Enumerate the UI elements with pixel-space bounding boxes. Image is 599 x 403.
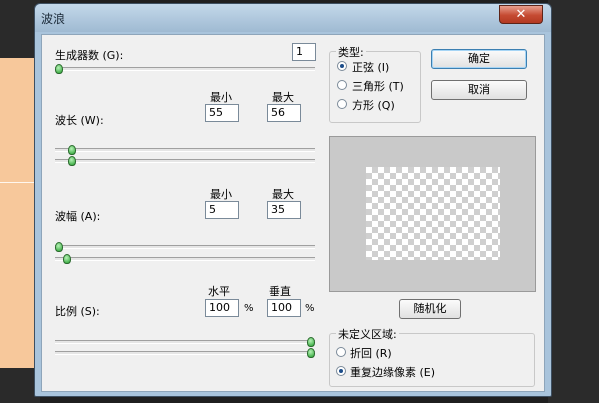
dialog-title: 波浪 [41,12,66,26]
close-icon: ✕ [515,7,527,22]
preview-transparency-checker [366,167,500,260]
amplitude-max-input[interactable]: 35 [267,201,301,219]
background-right-panel [548,0,599,403]
generators-input[interactable]: 1 [292,43,316,61]
ok-button[interactable]: 确定 [431,49,527,69]
wavelength-max-input[interactable]: 56 [267,104,301,122]
amplitude-min-slider-track[interactable] [55,245,315,249]
repeat-edge-pixels-radio[interactable] [336,366,346,376]
type-group-title: 类型: [336,44,366,60]
amplitude-max-header: 最大 [272,188,294,201]
scale-label: 比例 (S): [55,305,100,318]
type-triangle-label[interactable]: 三角形 (T) [352,78,404,94]
generators-slider-thumb[interactable] [55,64,63,74]
wrap-around-label[interactable]: 折回 (R) [350,345,392,361]
scale-vertical-slider-thumb[interactable] [307,348,315,358]
wavelength-min-input[interactable]: 55 [205,104,239,122]
wavelength-label: 波长 (W): [55,114,104,127]
dialog-client: 生成器数 (G): 1 最小 最大 55 56 波长 (W): 最小 最大 5 … [41,34,545,392]
undefined-area-title: 未定义区域: [336,326,399,342]
cancel-button[interactable]: 取消 [431,80,527,100]
wave-dialog: 波浪 ✕ 生成器数 (G): 1 最小 最大 55 56 波长 (W): 最小 … [34,3,552,397]
generators-slider-track[interactable] [55,67,315,71]
type-sine-radio[interactable] [337,61,347,71]
scale-horizontal-slider-track[interactable] [55,340,315,344]
amplitude-max-slider-track[interactable] [55,257,315,261]
scale-horizontal-input[interactable]: 100 [205,299,239,317]
amplitude-max-slider-thumb[interactable] [62,254,71,264]
type-triangle-radio[interactable] [337,80,347,90]
scale-vertical-input[interactable]: 100 [267,299,301,317]
wavelength-max-slider-thumb[interactable] [67,156,76,166]
randomize-button[interactable]: 随机化 [399,299,461,319]
amplitude-min-header: 最小 [210,188,232,201]
type-group: 类型: 正弦 (I) 三角形 (T) 方形 (Q) [329,44,421,123]
scale-vertical-slider-track[interactable] [55,351,315,355]
repeat-edge-pixels-label[interactable]: 重复边缘像素 (E) [350,364,435,380]
type-square-radio[interactable] [337,99,347,109]
generators-label: 生成器数 (G): [55,49,124,62]
scale-vertical-unit: % [305,303,315,314]
scale-horizontal-unit: % [244,303,254,314]
wavelength-min-header: 最小 [210,91,232,104]
wavelength-min-slider-thumb[interactable] [67,145,76,155]
wavelength-max-header: 最大 [272,91,294,104]
wavelength-min-slider-track[interactable] [55,148,315,152]
wavelength-max-slider-track[interactable] [55,159,315,163]
scale-vertical-header: 垂直 [269,285,291,298]
scale-horizontal-slider-thumb[interactable] [307,337,315,347]
wrap-around-radio[interactable] [336,347,346,357]
scale-horizontal-header: 水平 [208,285,230,298]
amplitude-min-slider-thumb[interactable] [55,242,63,252]
type-sine-label[interactable]: 正弦 (I) [352,59,389,75]
preview-area [329,136,536,292]
type-square-label[interactable]: 方形 (Q) [352,97,395,113]
amplitude-min-input[interactable]: 5 [205,201,239,219]
amplitude-label: 波幅 (A): [55,210,101,223]
undefined-area-group: 未定义区域: 折回 (R) 重复边缘像素 (E) [329,326,535,387]
title-bar[interactable]: 波浪 ✕ [35,4,551,32]
close-button[interactable]: ✕ [499,5,543,24]
